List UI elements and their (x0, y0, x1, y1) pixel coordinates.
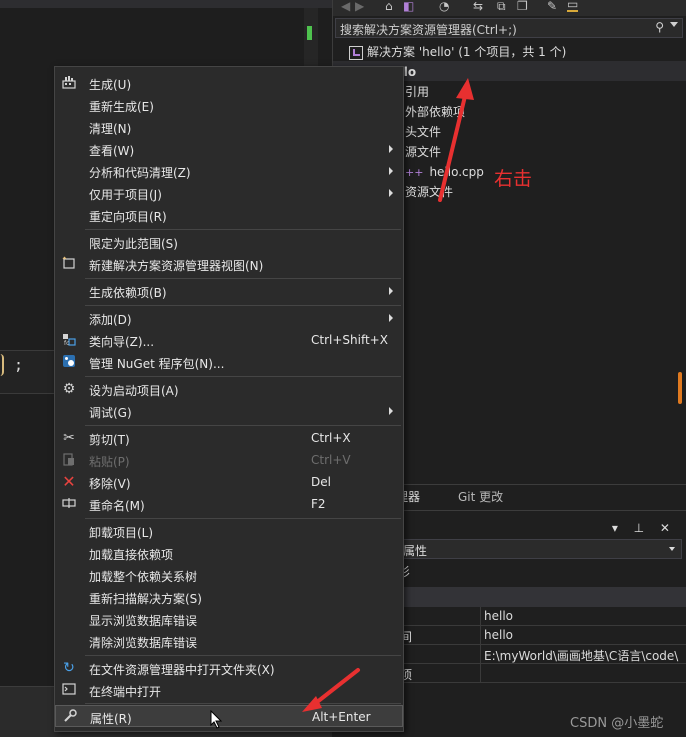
annotation-arrows (302, 78, 474, 712)
arrow-to-properties (302, 668, 360, 712)
arrow-to-project (438, 78, 474, 202)
mouse-cursor-icon (210, 710, 223, 729)
watermark: CSDN @小墨蛇 (570, 716, 664, 731)
